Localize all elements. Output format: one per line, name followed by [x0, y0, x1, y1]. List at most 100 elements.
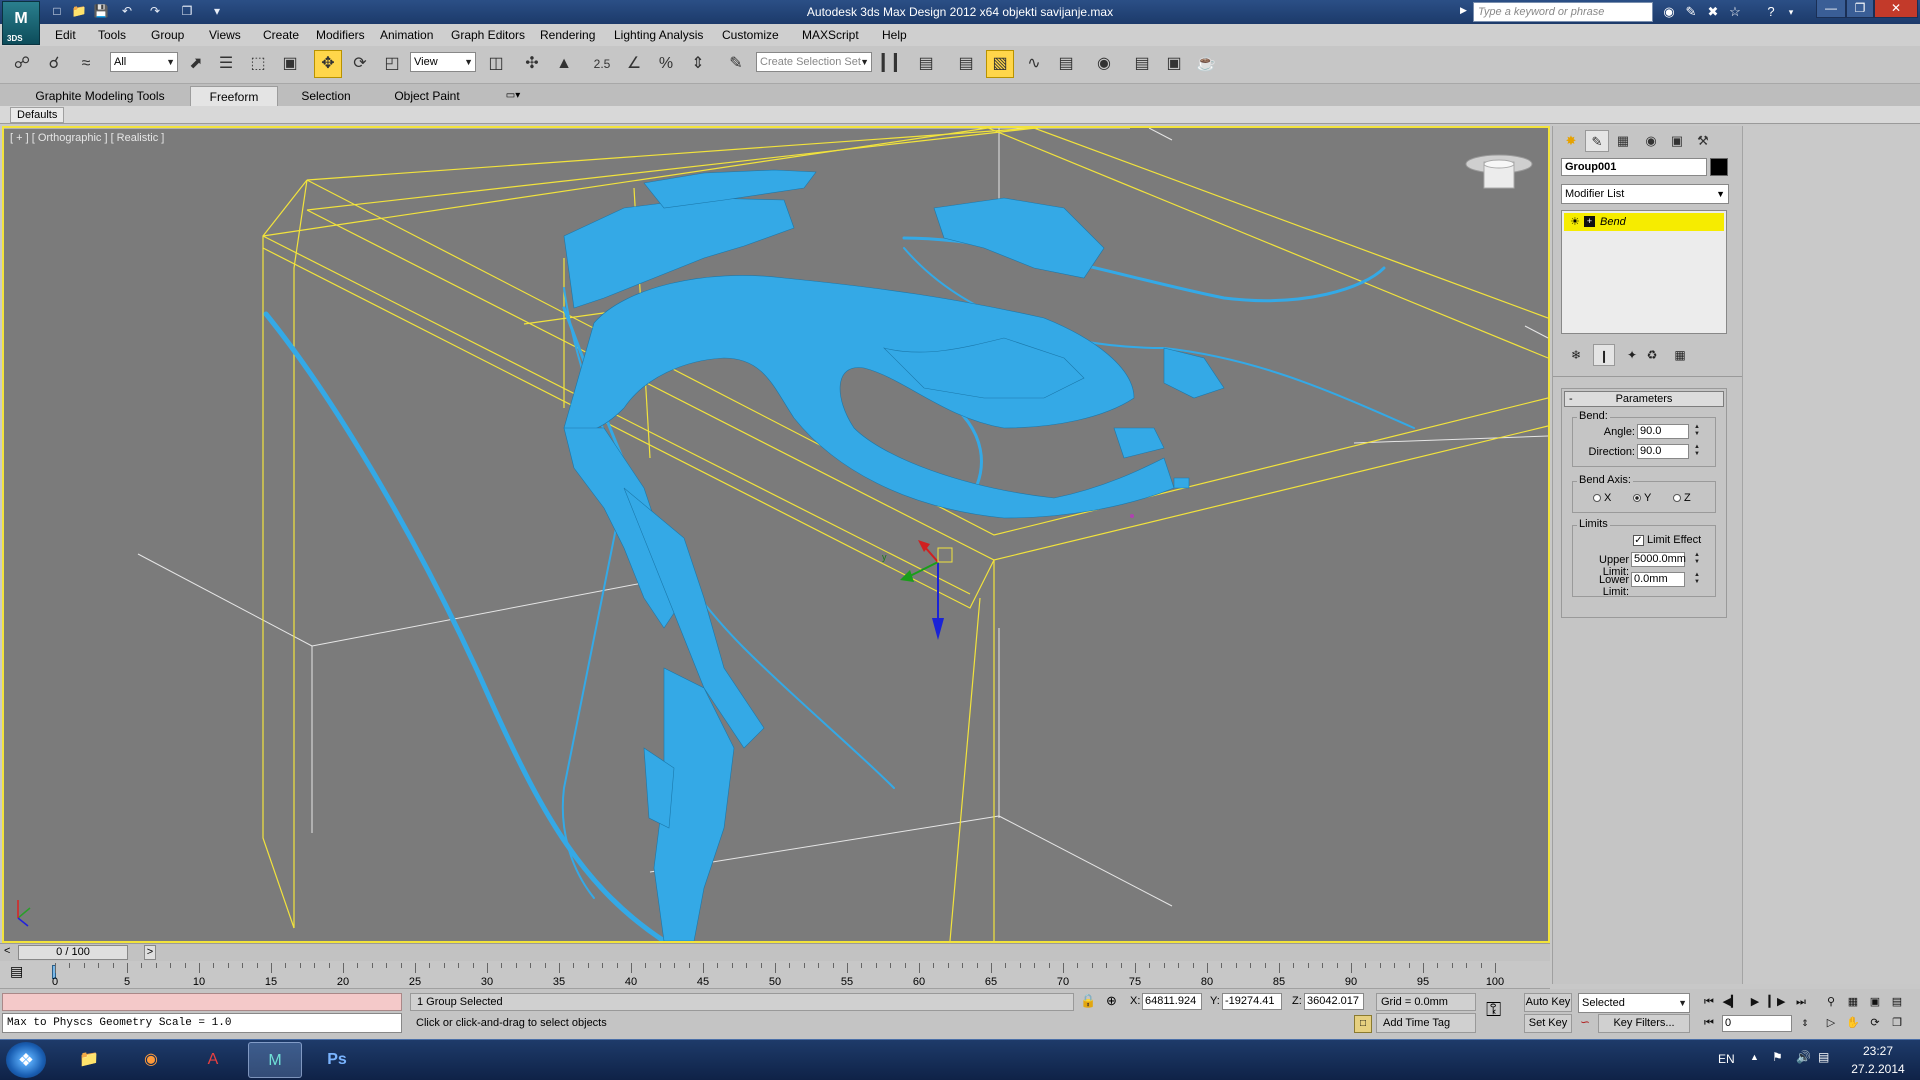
current-frame-field[interactable]: 0 — [1722, 1015, 1792, 1032]
menu-rendering[interactable]: Rendering — [540, 27, 595, 43]
create-tab-icon[interactable]: ✸ — [1559, 130, 1583, 152]
utilities-tab-icon[interactable]: ⚒ — [1691, 130, 1715, 152]
angle-spinner-arrows[interactable]: ▲ ▼ — [1693, 424, 1701, 439]
window-crossing-icon[interactable]: ▣ — [276, 50, 304, 78]
motion-tab-icon[interactable]: ◉ — [1639, 130, 1663, 152]
material-editor-icon[interactable]: ◉ — [1090, 50, 1118, 78]
menu-views[interactable]: Views — [209, 27, 241, 43]
action-center-icon[interactable]: ⚑ — [1772, 1050, 1783, 1064]
selection-filter-dropdown[interactable]: All ▼ — [110, 52, 178, 72]
snaps-toggle-icon[interactable]: 2.5 — [588, 50, 616, 78]
curve-editor-icon[interactable]: ∿ — [1020, 50, 1048, 78]
frame-spinner-arrows[interactable]: ⇕ — [1794, 1013, 1816, 1033]
lower-limit-spinner[interactable]: 0.0mm — [1631, 572, 1685, 587]
show-end-result-icon[interactable]: ❙ — [1593, 344, 1615, 366]
ribbon-panel-label[interactable]: Defaults — [10, 107, 65, 123]
select-and-rotate-icon[interactable]: ⟳ — [346, 50, 374, 78]
align-icon[interactable]: ▤ — [912, 50, 940, 78]
hierarchy-tab-icon[interactable]: ▦ — [1611, 130, 1635, 152]
key-filters-button[interactable]: Key Filters... — [1598, 1014, 1690, 1033]
project-folder-icon[interactable]: ❒ — [178, 3, 196, 20]
axis-y-radio[interactable]: Y — [1633, 492, 1651, 504]
remove-modifier-icon[interactable]: ♻ — [1641, 344, 1663, 366]
modifier-list-dropdown[interactable]: Modifier List ▼ — [1561, 184, 1729, 204]
open-file-icon[interactable]: 📁 — [70, 3, 88, 20]
tab-graphite-modeling-tools[interactable]: Graphite Modeling Tools — [20, 86, 180, 106]
star-icon[interactable]: ☆ — [1726, 3, 1744, 21]
binoculars-icon[interactable]: ◉ — [1660, 3, 1678, 21]
pin-stack-icon[interactable]: ❄ — [1565, 344, 1587, 366]
z-coordinate-field[interactable]: 36042.017 — [1304, 993, 1364, 1010]
photoshop-icon[interactable]: Ps — [310, 1042, 364, 1078]
spinner-snap-icon[interactable]: ⇕ — [684, 50, 712, 78]
select-and-move-icon[interactable]: ✥ — [314, 50, 342, 78]
tab-object-paint[interactable]: Object Paint — [378, 86, 476, 106]
object-name-field[interactable]: Group001 — [1561, 158, 1707, 176]
time-next-icon[interactable]: > — [144, 945, 156, 960]
pan-icon[interactable]: ✋ — [1842, 1013, 1864, 1033]
time-slider-thumb[interactable]: 0 / 100 — [18, 945, 128, 960]
time-prev-icon[interactable]: < — [4, 945, 10, 957]
rectangular-selection-icon[interactable]: ⬚ — [244, 50, 272, 78]
scene-canvas[interactable]: y — [4, 128, 1548, 941]
modify-tab-icon[interactable]: ✎ — [1585, 130, 1609, 152]
schematic-view-icon[interactable]: ▤ — [1052, 50, 1080, 78]
render-setup-icon[interactable]: ▤ — [1128, 50, 1156, 78]
volume-icon[interactable]: 🔊 — [1796, 1050, 1811, 1064]
bind-space-warp-icon[interactable]: ≈ — [72, 50, 100, 78]
upper-limit-spinner-arrows[interactable]: ▲ ▼ — [1693, 552, 1701, 567]
favorites-icon[interactable]: ✖ — [1704, 3, 1722, 21]
mirror-icon[interactable]: ▎▎ — [880, 50, 908, 78]
direction-spinner-arrows[interactable]: ▲ ▼ — [1693, 444, 1701, 459]
time-tag-icon[interactable]: □ — [1354, 1015, 1372, 1033]
angle-snap-icon[interactable]: ∠ — [620, 50, 648, 78]
select-and-scale-icon[interactable]: ◰ — [378, 50, 406, 78]
previous-frame-icon[interactable]: ◀▎ — [1720, 992, 1742, 1012]
network-icon[interactable]: ▤ — [1818, 1050, 1829, 1064]
language-indicator[interactable]: EN — [1718, 1052, 1735, 1066]
play-icon[interactable]: ▶ — [1744, 992, 1766, 1012]
named-selection-sets-dropdown[interactable]: Create Selection Set ▼ — [756, 52, 872, 72]
minimize-button[interactable]: — — [1816, 0, 1846, 18]
maxscript-listener-input[interactable] — [2, 993, 402, 1011]
zoom-extents-all-icon[interactable]: ▤ — [1886, 992, 1908, 1012]
object-color-swatch[interactable] — [1710, 158, 1728, 176]
stack-item-bend[interactable]: ☀ + Bend — [1564, 213, 1724, 231]
zoom-extents-icon[interactable]: ▣ — [1864, 992, 1886, 1012]
angle-spinner[interactable]: 90.0 — [1637, 424, 1689, 439]
render-production-icon[interactable]: ☕ — [1192, 50, 1220, 78]
save-icon[interactable]: 💾 — [92, 3, 110, 20]
app-logo[interactable]: M 3DS — [2, 1, 40, 45]
help-icon[interactable]: ? — [1762, 3, 1780, 21]
configure-modifier-sets-icon[interactable]: ▦ — [1669, 344, 1691, 366]
zoom-icon[interactable]: ⚲ — [1820, 992, 1842, 1012]
zoom-all-icon[interactable]: ▦ — [1842, 992, 1864, 1012]
make-unique-icon[interactable]: ✦ — [1621, 344, 1643, 366]
absolute-mode-icon[interactable]: ⊕ — [1106, 993, 1117, 1009]
maxscript-listener-output[interactable]: Max to Physcs Geometry Scale = 1.0 — [2, 1013, 402, 1033]
viewport-label[interactable]: [ + ] [ Orthographic ] [ Realistic ] — [10, 132, 164, 144]
menu-lighting-analysis[interactable]: Lighting Analysis — [614, 27, 703, 43]
clock-time[interactable]: 23:27 — [1848, 1044, 1908, 1058]
expand-icon[interactable]: + — [1584, 216, 1595, 227]
select-manipulate-icon[interactable]: ✣ — [518, 50, 546, 78]
communication-icon[interactable]: ✎ — [1682, 3, 1700, 21]
next-frame-icon[interactable]: ▎▶ — [1766, 992, 1788, 1012]
key-mode-dropdown[interactable]: Selected ▼ — [1578, 993, 1690, 1013]
menu-tools[interactable]: Tools — [98, 27, 126, 43]
viewcube-icon[interactable] — [1464, 152, 1534, 196]
go-to-end-icon[interactable]: ⏭ — [1790, 992, 1812, 1012]
ribbon-options-icon[interactable]: ▭▾ — [498, 86, 528, 106]
set-key-button[interactable]: Set Key — [1524, 1014, 1572, 1033]
select-and-link-icon[interactable]: ☍ — [8, 50, 36, 78]
axis-z-radio[interactable]: Z — [1673, 492, 1691, 504]
set-key-mode-icon[interactable]: ⚿ — [1486, 999, 1501, 1022]
show-hidden-icons-icon[interactable]: ▲ — [1750, 1052, 1759, 1062]
tab-freeform[interactable]: Freeform — [190, 86, 278, 106]
menu-maxscript[interactable]: MAXScript — [802, 27, 859, 43]
new-file-icon[interactable]: □ — [48, 3, 66, 20]
start-button[interactable]: ❖ — [6, 1042, 46, 1078]
menu-edit[interactable]: Edit — [55, 27, 76, 43]
tab-selection[interactable]: Selection — [284, 86, 368, 106]
lower-limit-spinner-arrows[interactable]: ▲ ▼ — [1693, 572, 1701, 587]
